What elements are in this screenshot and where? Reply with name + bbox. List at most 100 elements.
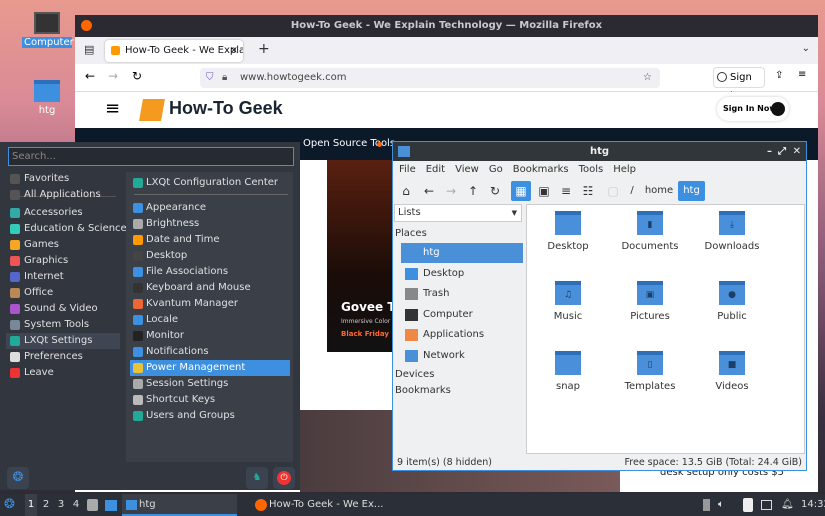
menu-item-appearance[interactable]: Appearance	[130, 200, 290, 216]
menu-item-notifications[interactable]: Notifications	[130, 344, 290, 360]
volume-icon[interactable]: 🔈︎	[718, 494, 724, 516]
menu-edit[interactable]: Edit	[426, 164, 445, 175]
place-desktop[interactable]: Desktop	[401, 264, 523, 284]
forward-icon[interactable]: →	[441, 181, 461, 201]
menu-search-input[interactable]: Search...	[8, 147, 294, 166]
folder-public[interactable]: ● Public	[692, 281, 772, 322]
menu-item-lxqt-configuration-center[interactable]: LXQt Configuration Center	[130, 175, 290, 191]
fm-titlebar[interactable]: htg – ⤢ ✕	[393, 142, 806, 161]
workspace-3[interactable]: 3	[55, 494, 67, 516]
menu-category-leave[interactable]: Leave	[6, 365, 120, 381]
clipboard-icon[interactable]	[743, 498, 753, 512]
menu-item-shortcut-keys[interactable]: Shortcut Keys	[130, 392, 290, 408]
path-root[interactable]: /	[622, 181, 642, 201]
devices-header[interactable]: Devices	[395, 369, 434, 380]
menu-category-games[interactable]: Games	[6, 237, 120, 253]
thumbnail-view-icon[interactable]: ▣	[534, 181, 554, 201]
folder-videos[interactable]: ■ Videos	[692, 351, 772, 392]
side-pane-mode-select[interactable]: Lists ▼	[394, 204, 522, 222]
menu-file[interactable]: File	[399, 164, 416, 175]
list-all-tabs-icon[interactable]: ⌄	[802, 43, 810, 54]
tab-howtogeek[interactable]: How-To Geek - We Explain ×	[105, 40, 243, 62]
place-network[interactable]: Network	[401, 346, 523, 366]
place-trash[interactable]: Trash	[401, 284, 523, 304]
menu-category-internet[interactable]: Internet	[6, 269, 120, 285]
sign-in-button[interactable]: Sign in	[713, 67, 765, 102]
task-htg[interactable]: htg	[122, 494, 237, 516]
folder-templates[interactable]: ▯ Templates	[610, 351, 690, 392]
forward-icon[interactable]: →	[108, 69, 118, 83]
menu-category-accessories[interactable]: Accessories	[6, 205, 120, 221]
menu-item-date-and-time[interactable]: Date and Time	[130, 232, 290, 248]
desktop-launcher-icon[interactable]	[105, 500, 117, 511]
menu-category-system-tools[interactable]: System Tools	[6, 317, 120, 333]
menu-category-sound-video[interactable]: Sound & Video	[6, 301, 120, 317]
workspace-1[interactable]: 1	[25, 494, 37, 516]
desktop-icon-computer[interactable]: Computer	[22, 12, 74, 48]
desktop-icon-htg[interactable]: htg	[22, 80, 72, 116]
app-menu-icon[interactable]: ≡	[798, 69, 806, 80]
url-bar[interactable]: ⛉ 🔒︎ www.howtogeek.com ☆	[200, 68, 660, 88]
menu-item-power-management[interactable]: Power Management	[130, 360, 290, 376]
computer-icon[interactable]: ⌂	[396, 181, 416, 201]
up-icon[interactable]: ↑	[463, 181, 483, 201]
minimize-button[interactable]: –	[767, 142, 772, 161]
menu-help[interactable]: Help	[613, 164, 636, 175]
bookmarks-header[interactable]: Bookmarks	[395, 385, 451, 396]
menu-category-graphics[interactable]: Graphics	[6, 253, 120, 269]
maximize-button[interactable]: ⤢	[778, 142, 786, 161]
folder-documents[interactable]: ▮ Documents	[610, 211, 690, 252]
file-manager-launcher-icon[interactable]	[87, 499, 98, 511]
show-desktop-icon[interactable]	[761, 500, 772, 510]
workspace-4[interactable]: 4	[70, 494, 82, 516]
menu-item-locale[interactable]: Locale	[130, 312, 290, 328]
site-logo[interactable]: How-To Geek	[169, 98, 283, 119]
firefox-titlebar[interactable]: How-To Geek - We Explain Technology — Mo…	[75, 15, 818, 37]
task-firefox[interactable]: How-To Geek - We Ex...	[252, 494, 402, 516]
menu-item-file-associations[interactable]: File Associations	[130, 264, 290, 280]
compact-view-icon[interactable]: ≡	[556, 181, 576, 201]
new-tab-button[interactable]: +	[258, 41, 270, 57]
power-button[interactable]: ⏻	[273, 467, 295, 489]
menu-item-brightness[interactable]: Brightness	[130, 216, 290, 232]
menu-item-keyboard-and-mouse[interactable]: Keyboard and Mouse	[130, 280, 290, 296]
tab-list-icon[interactable]: ▤	[84, 43, 94, 56]
menu-item-session-settings[interactable]: Session Settings	[130, 376, 290, 392]
menu-category-preferences[interactable]: Preferences	[6, 349, 120, 365]
menu-category-all-applications[interactable]: All Applications	[6, 187, 120, 203]
extensions-icon[interactable]: ⇪	[775, 70, 783, 81]
site-menu-icon[interactable]: ≡	[105, 98, 120, 119]
menu-category-office[interactable]: Office	[6, 285, 120, 301]
icon-view-icon[interactable]: ▦	[511, 181, 531, 201]
lock-screen-button[interactable]: ♞	[246, 467, 268, 489]
close-tab-icon[interactable]: ×	[230, 40, 238, 62]
menu-tools[interactable]: Tools	[579, 164, 604, 175]
place-applications[interactable]: Applications	[401, 325, 523, 345]
close-button[interactable]: ✕	[793, 142, 801, 161]
folder-music[interactable]: ♫ Music	[528, 281, 608, 322]
reload-icon[interactable]: ↻	[132, 69, 142, 83]
place-htg[interactable]: htg	[401, 243, 523, 263]
folder-desktop[interactable]: Desktop	[528, 211, 608, 252]
bookmark-star-icon[interactable]: ☆	[643, 68, 652, 88]
menu-item-kvantum-manager[interactable]: Kvantum Manager	[130, 296, 290, 312]
places-header[interactable]: Places	[395, 228, 427, 239]
tray-network-icon[interactable]	[703, 499, 710, 511]
folder-snap[interactable]: snap	[528, 351, 608, 392]
clock[interactable]: 14:32	[801, 494, 825, 516]
back-icon[interactable]: ←	[85, 69, 95, 83]
menu-category-education-science[interactable]: Education & Science	[6, 221, 127, 237]
folder-view[interactable]: Desktop ▮ Documents ⤓ Downloads ♫ Music ▣ Pictur…	[526, 204, 805, 454]
promo-banner[interactable]: Govee T Immersive Color Black Friday	[327, 160, 397, 352]
back-icon[interactable]: ←	[419, 181, 439, 201]
notifications-icon[interactable]: 🔔︎	[781, 494, 794, 516]
menu-item-monitor[interactable]: Monitor	[130, 328, 290, 344]
workspace-2[interactable]: 2	[40, 494, 52, 516]
menu-view[interactable]: View	[455, 164, 479, 175]
place-computer[interactable]: Computer	[401, 305, 523, 325]
path-home[interactable]: home	[643, 181, 675, 201]
detail-view-icon[interactable]: ☷	[578, 181, 598, 201]
sign-in-now-button[interactable]: Sign In Now	[717, 97, 789, 121]
path-htg[interactable]: htg	[678, 181, 705, 201]
menu-go[interactable]: Go	[489, 164, 503, 175]
